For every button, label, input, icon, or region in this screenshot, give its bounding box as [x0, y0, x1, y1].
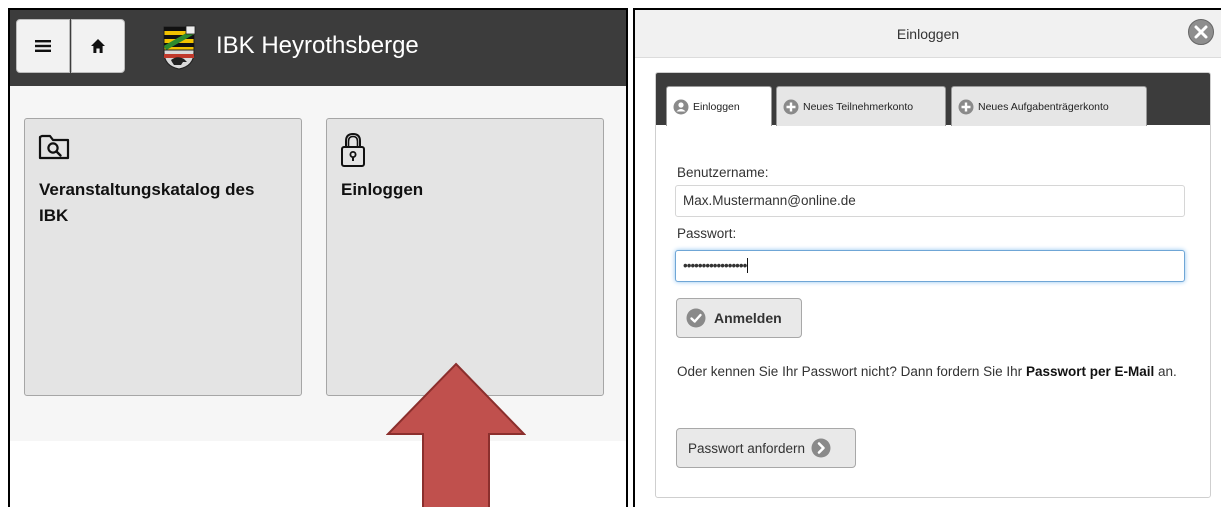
dialog-body: Einloggen Neues Teilnehmerkonto Neues Au…	[655, 72, 1211, 498]
tab-new-participant-account-label: Neues Teilnehmerkonto	[803, 100, 914, 113]
dialog-titlebar: Einloggen	[635, 10, 1221, 58]
username-field[interactable]: Max.Mustermann@online.de	[675, 185, 1185, 217]
tab-new-sponsor-account[interactable]: Neues Aufgabenträgerkonto	[951, 86, 1147, 126]
app-screen: IBK Heyrothsberge Veranstaltungskatalog …	[8, 8, 628, 507]
plus-circle-icon	[958, 99, 974, 114]
chevron-right-icon	[811, 438, 831, 458]
top-navigation-bar: IBK Heyrothsberge	[10, 10, 626, 86]
password-label: Passwort:	[677, 226, 737, 241]
tile-event-catalog[interactable]: Veranstaltungskatalog des IBK	[24, 118, 302, 396]
forgot-password-text-end: an.	[1154, 364, 1177, 379]
home-icon	[91, 39, 105, 53]
tab-login-label: Einloggen	[693, 100, 740, 113]
home-button[interactable]	[71, 19, 125, 73]
close-icon[interactable]	[1187, 18, 1215, 46]
request-password-button[interactable]: Passwort anfordern	[676, 428, 856, 468]
tile-login[interactable]: Einloggen	[326, 118, 604, 396]
coat-of-arms-logo	[163, 25, 196, 70]
forgot-password-text: Oder kennen Sie Ihr Passwort nicht? Dann…	[677, 361, 1197, 383]
user-icon	[673, 99, 689, 114]
password-field[interactable]: •••••••••••••••••	[675, 250, 1185, 282]
password-by-email-link[interactable]: Passwort per E-Mail	[1026, 364, 1154, 379]
plus-circle-icon	[783, 99, 799, 114]
checkmark-icon	[686, 308, 706, 328]
dialog-title: Einloggen	[896, 26, 960, 42]
login-button[interactable]: Anmelden	[676, 298, 802, 338]
folder-search-icon	[38, 134, 70, 160]
username-label: Benutzername:	[677, 165, 769, 180]
tile-event-catalog-label: Veranstaltungskatalog des IBK	[39, 180, 255, 225]
request-password-button-label: Passwort anfordern	[688, 440, 806, 456]
tile-login-label: Einloggen	[341, 180, 424, 199]
login-dialog: Einloggen Einloggen Neues Teilnehmerkont…	[633, 8, 1221, 507]
hamburger-menu-icon	[35, 40, 51, 52]
tab-bar: Einloggen Neues Teilnehmerkonto Neues Au…	[656, 73, 1210, 126]
padlock-icon	[341, 132, 365, 167]
tab-new-participant-account[interactable]: Neues Teilnehmerkonto	[776, 86, 946, 126]
highlight-arrow-icon	[386, 362, 526, 507]
login-button-label: Anmelden	[714, 310, 782, 326]
menu-button[interactable]	[16, 19, 70, 73]
tab-new-sponsor-account-label: Neues Aufgabenträgerkonto	[978, 100, 1109, 113]
password-field-value: •••••••••••••••••	[683, 258, 747, 273]
site-title: IBK Heyrothsberge	[216, 32, 419, 59]
tab-login[interactable]: Einloggen	[666, 86, 772, 126]
forgot-password-text-start: Oder kennen Sie Ihr Passwort nicht? Dann…	[677, 364, 1026, 379]
